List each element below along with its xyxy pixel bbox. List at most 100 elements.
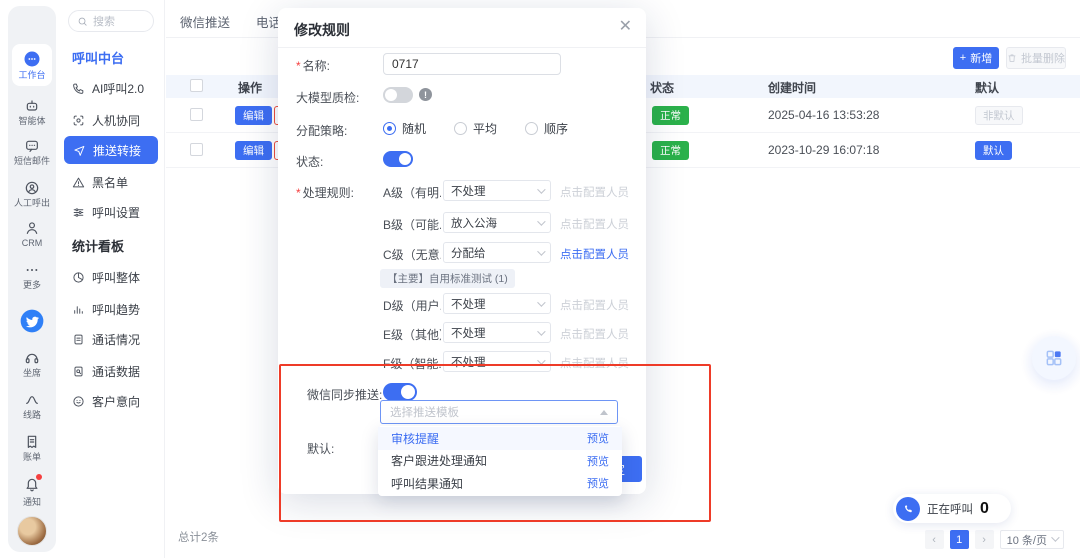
rail-item-agent[interactable]: 智能体: [8, 98, 56, 127]
total-count: 总计2条: [178, 529, 219, 545]
assign-link-d[interactable]: 点击配置人员: [560, 297, 629, 313]
assign-link-a[interactable]: 点击配置人员: [560, 184, 629, 200]
wechat-sync-label: 微信同步推送:: [307, 386, 382, 403]
phone-icon: [902, 502, 915, 515]
rail-item-notification[interactable]: 通知: [8, 476, 56, 508]
close-icon[interactable]: ✕: [619, 18, 632, 36]
dropdown-option-followup[interactable]: 客户跟进处理通知 预览: [378, 450, 622, 473]
assign-link-b[interactable]: 点击配置人员: [560, 216, 629, 232]
created-time: 2025-04-16 13:53:28: [768, 108, 879, 122]
row-checkbox[interactable]: [190, 108, 203, 121]
rail-item-workbench[interactable]: 工作台: [12, 44, 52, 86]
rules-label: *处理规则:: [296, 184, 354, 201]
rule-action-select-a[interactable]: 不处理: [443, 180, 551, 201]
name-label: *名称:: [296, 57, 330, 74]
user-avatar[interactable]: [17, 516, 47, 546]
sidebar-item-label: 呼叫设置: [92, 204, 140, 221]
status-badge: 正常: [652, 141, 689, 160]
sidebar-item-label: 客户意向: [92, 393, 140, 410]
sidebar-item-call-settings[interactable]: 呼叫设置: [72, 202, 140, 222]
assign-link-c[interactable]: 点击配置人员: [560, 246, 629, 262]
caret-up-icon: [600, 410, 608, 415]
edit-button[interactable]: 编辑: [235, 106, 272, 125]
rule-action-select-e[interactable]: 不处理: [443, 322, 551, 343]
warning-triangle-icon: [72, 176, 85, 189]
sidebar-item-label: 人机协同: [92, 112, 140, 129]
page-size-select[interactable]: 10 条/页: [1000, 530, 1064, 549]
preview-link[interactable]: 预览: [587, 453, 609, 469]
rail-label: 通知: [8, 497, 56, 508]
status-label: 状态:: [296, 153, 323, 170]
rail-label: 坐席: [8, 368, 56, 379]
preview-link[interactable]: 预览: [587, 430, 609, 446]
rail-item-bill[interactable]: 账单: [8, 434, 56, 463]
default-toggle-button[interactable]: 非默认: [975, 106, 1023, 125]
status-toggle[interactable]: [383, 151, 413, 167]
next-page-button[interactable]: ›: [975, 530, 994, 549]
rail-item-more[interactable]: 更多: [8, 262, 56, 291]
dropdown-option-audit[interactable]: 审核提醒 预览: [378, 427, 622, 450]
rail-item-seat[interactable]: 坐席: [8, 350, 56, 379]
assign-link-e[interactable]: 点击配置人员: [560, 326, 629, 342]
search-input[interactable]: 搜索: [68, 10, 154, 32]
grid-icon: [1044, 348, 1064, 368]
sidebar-item-call-trend[interactable]: 呼叫趋势: [72, 299, 140, 319]
radio-random[interactable]: [383, 122, 396, 135]
edit-button[interactable]: 编辑: [235, 141, 272, 160]
rail-item-line[interactable]: 线路: [8, 392, 56, 421]
batch-delete-button[interactable]: 批量删除: [1006, 47, 1066, 69]
radio-sequence[interactable]: [525, 122, 538, 135]
name-value: 0717: [392, 57, 419, 71]
rail-label: 智能体: [8, 116, 56, 127]
calling-phone-circle: [896, 497, 920, 521]
rule-action-select-c[interactable]: 分配给: [443, 242, 551, 263]
bar-chart-icon: [72, 303, 85, 316]
assign-link-f[interactable]: 点击配置人员: [560, 355, 629, 371]
rail-item-sms-mail[interactable]: 短信邮件: [8, 138, 56, 167]
wechat-sync-toggle[interactable]: [383, 383, 417, 401]
chevron-down-icon: [537, 247, 545, 255]
col-header-status: 状态: [650, 79, 674, 96]
required-asterisk: *: [296, 59, 301, 73]
current-page[interactable]: 1: [950, 530, 969, 549]
quality-check-toggle[interactable]: [383, 87, 413, 103]
smile-icon: [72, 395, 85, 408]
calling-status-pill[interactable]: 正在呼叫 0: [893, 494, 1011, 523]
add-button[interactable]: + 新增: [953, 47, 999, 69]
sidebar-item-ai-call[interactable]: AI呼叫2.0: [72, 78, 144, 98]
rail-label: CRM: [8, 238, 56, 249]
prev-page-button[interactable]: ‹: [925, 530, 944, 549]
sidebar-item-call-data[interactable]: 通话数据: [72, 361, 140, 381]
brand-logo[interactable]: [19, 308, 45, 334]
option-label: 呼叫结果通知: [391, 475, 463, 492]
sidebar-item-human-machine[interactable]: 人机协同: [72, 110, 140, 130]
send-icon: [73, 144, 86, 157]
rule-action-select-d[interactable]: 不处理: [443, 293, 551, 314]
tab-wechat-push[interactable]: 微信推送: [180, 12, 230, 31]
sidebar-item-label: 呼叫整体: [92, 269, 140, 286]
radio-label: 平均: [473, 120, 497, 137]
row-checkbox[interactable]: [190, 143, 203, 156]
preview-link[interactable]: 预览: [587, 475, 609, 491]
sidebar-item-push-transfer[interactable]: 推送转接: [64, 136, 158, 164]
push-template-select[interactable]: 选择推送模板: [380, 400, 618, 424]
sidebar-item-blacklist[interactable]: 黑名单: [72, 172, 128, 192]
rule-action-select-f[interactable]: 不处理: [443, 351, 551, 372]
radio-average[interactable]: [454, 122, 467, 135]
sidebar-item-call-situation[interactable]: 通话情况: [72, 329, 140, 349]
dropdown-option-call-result[interactable]: 呼叫结果通知 预览: [378, 472, 622, 495]
sidebar-item-call-overall[interactable]: 呼叫整体: [72, 267, 140, 287]
rule-level-c: C级（无意...: [383, 246, 441, 263]
sidebar-item-customer-intent[interactable]: 客户意向: [72, 391, 140, 411]
name-input[interactable]: 0717: [383, 53, 561, 75]
rail-label: 更多: [8, 280, 56, 291]
select-all-checkbox[interactable]: [190, 79, 203, 92]
rail-item-manual-call[interactable]: 人工呼出: [8, 180, 56, 209]
floating-apps-button[interactable]: [1032, 336, 1076, 380]
status-badge: 正常: [652, 106, 689, 125]
chevron-down-icon: [537, 217, 545, 225]
rule-action-select-b[interactable]: 放入公海: [443, 212, 551, 233]
rail-label: 工作台: [12, 70, 52, 81]
rail-item-crm[interactable]: CRM: [8, 220, 56, 249]
default-toggle-button[interactable]: 默认: [975, 141, 1012, 160]
